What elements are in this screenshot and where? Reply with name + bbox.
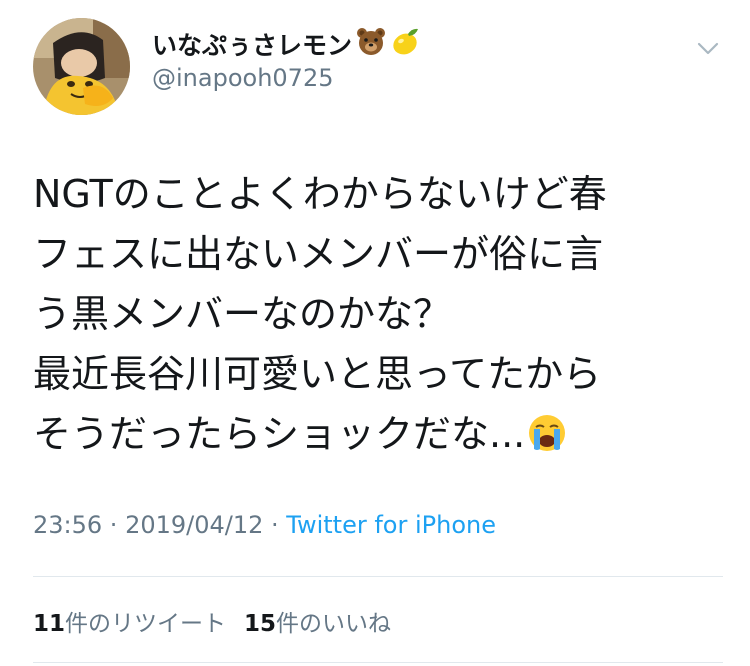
divider (33, 576, 723, 577)
likes-count: 15 (244, 611, 277, 637)
avatar[interactable] (33, 18, 130, 115)
tweet-text: NGTのことよくわからないけど春 フェスに出ないメンバーが俗に言 う黒メンバーな… (33, 164, 723, 464)
avatar-image (33, 18, 130, 115)
likes-stat[interactable]: 15件のいいね (244, 611, 391, 637)
bear-face-icon (356, 26, 386, 62)
tweet-text-line-last: そうだったらショックだな... (33, 404, 723, 464)
tweet-meta: 23:56 · 2019/04/12 · Twitter for iPhone (33, 511, 496, 539)
tweet-time: 23:56 (33, 511, 103, 539)
author-name-text: いなぷぅさレモン (152, 31, 353, 60)
tweet-text-line: フェスに出ないメンバーが俗に言 (33, 232, 604, 276)
retweets-count: 11 (33, 611, 66, 637)
retweets-stat[interactable]: 11件のリツイート (33, 611, 226, 637)
meta-separator: · (263, 511, 287, 539)
lemon-icon (390, 26, 420, 62)
author-handle[interactable]: @inapooh0725 (152, 64, 333, 92)
crying-face-icon (527, 410, 567, 470)
divider (33, 662, 723, 663)
retweets-label: 件のリツイート (65, 611, 227, 637)
likes-label: 件のいいね (276, 611, 392, 637)
tweet-text-line: NGTのことよくわからないけど春 (33, 172, 607, 216)
tweet-text-line: 最近長谷川可愛いと思ってたから (33, 352, 602, 396)
chevron-down-icon[interactable] (693, 37, 723, 59)
tweet-text-line-content: そうだったらショックだな... (33, 412, 526, 456)
meta-separator: · (102, 511, 126, 539)
author-name[interactable]: いなぷぅさレモン (152, 26, 420, 62)
engagement-counts: 11件のリツイート 15件のいいね (33, 604, 391, 638)
tweet-source-link[interactable]: Twitter for iPhone (286, 511, 496, 539)
tweet-text-line: う黒メンバーなのかな？ (33, 292, 452, 336)
tweet-date[interactable]: 2019/04/12 (125, 511, 263, 539)
